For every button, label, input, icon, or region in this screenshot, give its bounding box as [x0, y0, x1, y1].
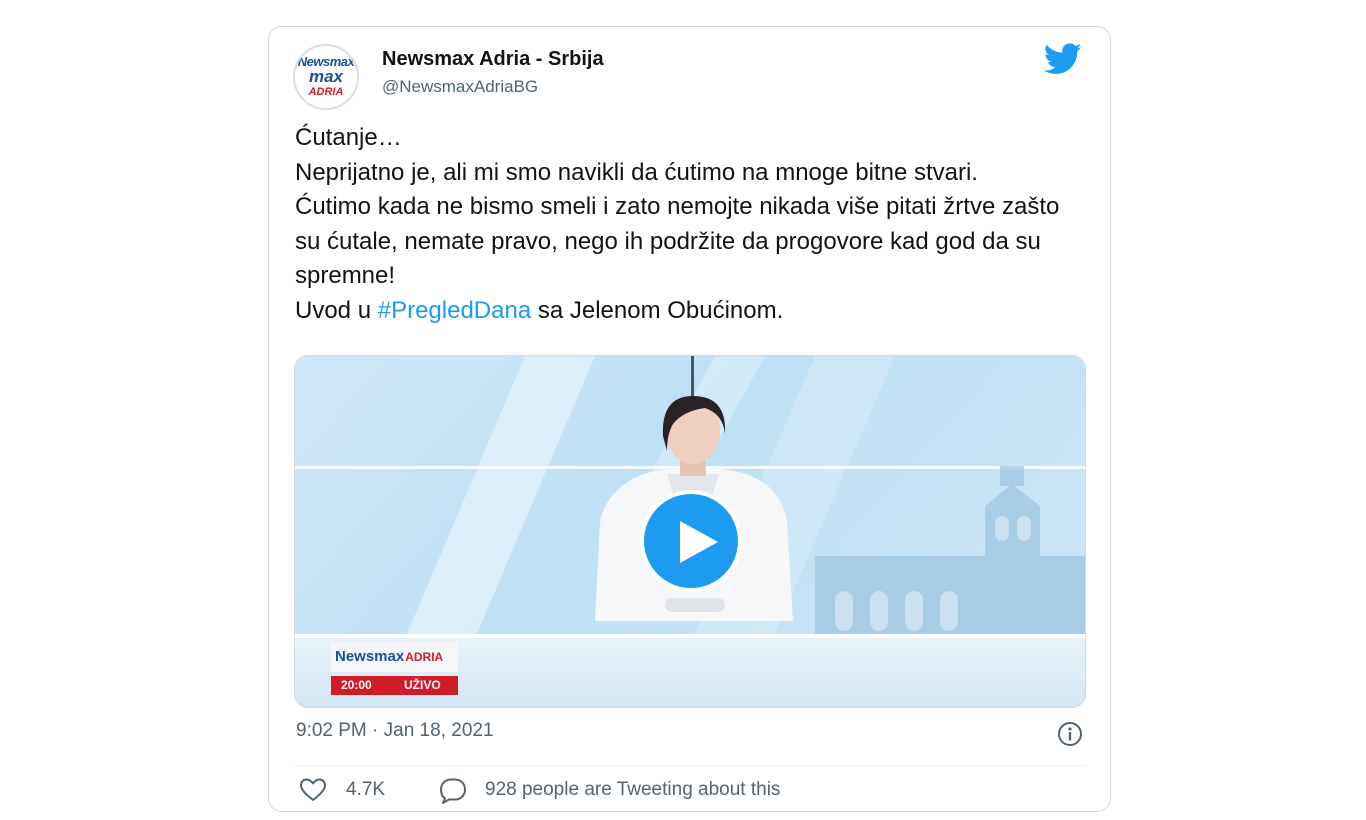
tweet-line: Neprijatno je, ali mi smo navikli da ćut…	[295, 158, 978, 186]
broadcast-time: 20:00	[341, 678, 372, 692]
tweet-line-last: Uvod u #PregledDana sa Jelenom Obućinom.	[295, 294, 1085, 329]
tweet-text-after-hashtag: sa Jelenom Obućinom.	[531, 296, 784, 324]
lower-third-brand: NewsmaxADRIA	[331, 642, 458, 672]
divider	[294, 765, 1086, 766]
tweet-line: Ćutimo kada ne bismo smeli i zato nemojt…	[295, 193, 1060, 289]
brand-part-b: ADRIA	[405, 650, 444, 664]
play-icon	[680, 521, 718, 563]
lower-third: NewsmaxADRIA 20:00 UŽIVO	[331, 642, 458, 696]
play-button[interactable]	[640, 490, 742, 592]
tweet-line: Ćutanje…	[295, 124, 402, 151]
author-name[interactable]: Newsmax Adria - Srbija	[382, 48, 604, 71]
twitter-bird-icon[interactable]	[1044, 43, 1082, 75]
avatar[interactable]: Newsmax max ADRIA	[293, 44, 359, 110]
info-icon[interactable]	[1057, 721, 1083, 747]
hashtag-link[interactable]: #PregledDana	[378, 297, 531, 324]
live-label: UŽIVO	[404, 678, 441, 692]
tweet-text: Ćutanje… Neprijatno je, ali mi smo navik…	[295, 121, 1085, 328]
heart-icon	[300, 778, 326, 801]
comment-bubble-icon	[440, 778, 466, 804]
avatar-text-max: max	[308, 67, 344, 86]
tweeting-about-button[interactable]: 928 people are Tweeting about this	[439, 775, 899, 805]
tweet-card: Newsmax max ADRIA Newsmax Adria - Srbija…	[268, 26, 1111, 812]
author-handle[interactable]: @NewsmaxAdriaBG	[382, 77, 538, 97]
brand-part-a: Newsmax	[335, 648, 405, 665]
tweet-timestamp[interactable]: 9:02 PM · Jan 18, 2021	[296, 720, 494, 742]
tweeting-about-text: 928 people are Tweeting about this	[485, 779, 781, 800]
avatar-text-adria: ADRIA	[308, 86, 344, 98]
like-count: 4.7K	[346, 779, 386, 800]
video-player[interactable]: NewsmaxADRIA 20:00 UŽIVO	[294, 355, 1086, 708]
lower-third-bar: 20:00 UŽIVO	[331, 676, 458, 695]
tweet-text-before-hashtag: Uvod u	[295, 296, 378, 324]
